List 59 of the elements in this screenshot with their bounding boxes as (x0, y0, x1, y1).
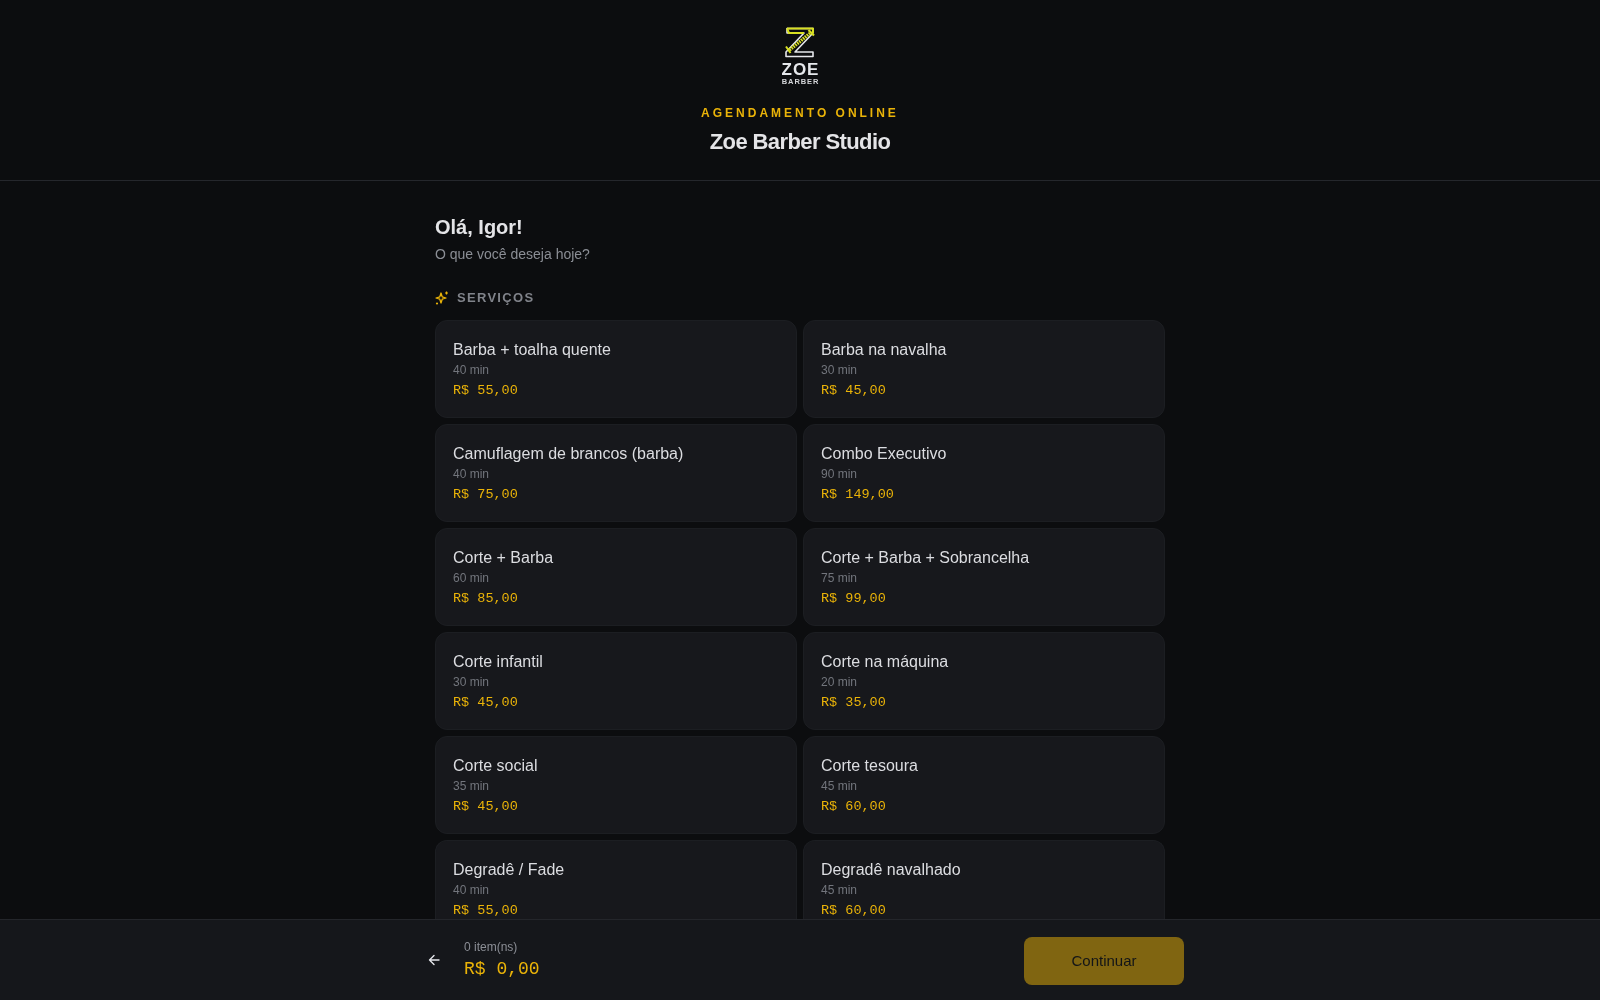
sparkles-icon (435, 291, 449, 305)
service-duration: 45 min (821, 778, 858, 794)
service-price: R$ 60,00 (821, 798, 886, 816)
item-count: 0 item(ns) (464, 939, 518, 955)
service-card[interactable]: Corte + Barba + Sobrancelha 75 min R$ 99,00 (803, 528, 1165, 626)
service-price: R$ 45,00 (453, 694, 518, 712)
service-price: R$ 45,00 (821, 382, 886, 400)
arrow-left-icon (428, 954, 440, 966)
service-card[interactable]: Corte na máquina 20 min R$ 35,00 (803, 632, 1165, 730)
service-price: R$ 55,00 (453, 382, 518, 400)
service-price: R$ 75,00 (453, 486, 518, 504)
service-name: Corte + Barba + Sobrancelha (821, 548, 1030, 568)
service-card[interactable]: Combo Executivo 90 min R$ 149,00 (803, 424, 1165, 522)
service-duration: 40 min (453, 362, 490, 378)
service-duration: 75 min (821, 570, 858, 586)
service-duration: 40 min (453, 466, 490, 482)
logo-wordmark: ZOE (780, 62, 820, 77)
service-name: Corte + Barba (453, 548, 554, 568)
service-card[interactable]: Corte infantil 30 min R$ 45,00 (435, 632, 797, 730)
service-price: R$ 149,00 (821, 486, 894, 504)
total-price: R$ 0,00 (464, 957, 540, 981)
z-razor-logo-icon (783, 27, 817, 58)
service-price: R$ 99,00 (821, 590, 886, 608)
service-card[interactable]: Barba + toalha quente 40 min R$ 55,00 (435, 320, 797, 418)
service-duration: 20 min (821, 674, 858, 690)
service-duration: 45 min (821, 882, 858, 898)
service-duration: 40 min (453, 882, 490, 898)
service-card[interactable]: Camuflagem de brancos (barba) 40 min R$ 75,00 (435, 424, 797, 522)
service-duration: 30 min (453, 674, 490, 690)
service-name: Corte na máquina (821, 652, 949, 672)
service-price: R$ 60,00 (821, 902, 886, 919)
service-card[interactable]: Degradê navalhado 45 min R$ 60,00 (803, 840, 1165, 919)
service-name: Barba + toalha quente (453, 340, 611, 360)
service-price: R$ 45,00 (453, 798, 518, 816)
service-card[interactable]: Corte tesoura 45 min R$ 60,00 (803, 736, 1165, 834)
service-name: Degradê / Fade (453, 860, 565, 880)
studio-title: Zoe Barber Studio (709, 128, 891, 156)
eyebrow-label: AGENDAMENTO ONLINE (701, 106, 899, 120)
service-card[interactable]: Degradê / Fade 40 min R$ 55,00 (435, 840, 797, 919)
service-name: Corte social (453, 756, 538, 776)
service-card[interactable]: Corte social 35 min R$ 45,00 (435, 736, 797, 834)
service-name: Camuflagem de brancos (barba) (453, 444, 684, 464)
service-name: Degradê navalhado (821, 860, 961, 880)
service-name: Corte tesoura (821, 756, 918, 776)
greeting-title: Olá, Igor! (435, 215, 523, 240)
service-price: R$ 85,00 (453, 590, 518, 608)
service-duration: 30 min (821, 362, 858, 378)
service-name: Barba na navalha (821, 340, 947, 360)
section-heading: SERVIÇOS (457, 290, 535, 306)
service-name: Combo Executivo (821, 444, 947, 464)
service-duration: 35 min (453, 778, 490, 794)
service-name: Corte infantil (453, 652, 543, 672)
service-duration: 90 min (821, 466, 858, 482)
service-price: R$ 55,00 (453, 902, 518, 919)
service-price: R$ 35,00 (821, 694, 886, 712)
service-card[interactable]: Corte + Barba 60 min R$ 85,00 (435, 528, 797, 626)
service-card[interactable]: Barba na navalha 30 min R$ 45,00 (803, 320, 1165, 418)
service-duration: 60 min (453, 570, 490, 586)
greeting-subtitle: O que você deseja hoje? (435, 245, 590, 263)
